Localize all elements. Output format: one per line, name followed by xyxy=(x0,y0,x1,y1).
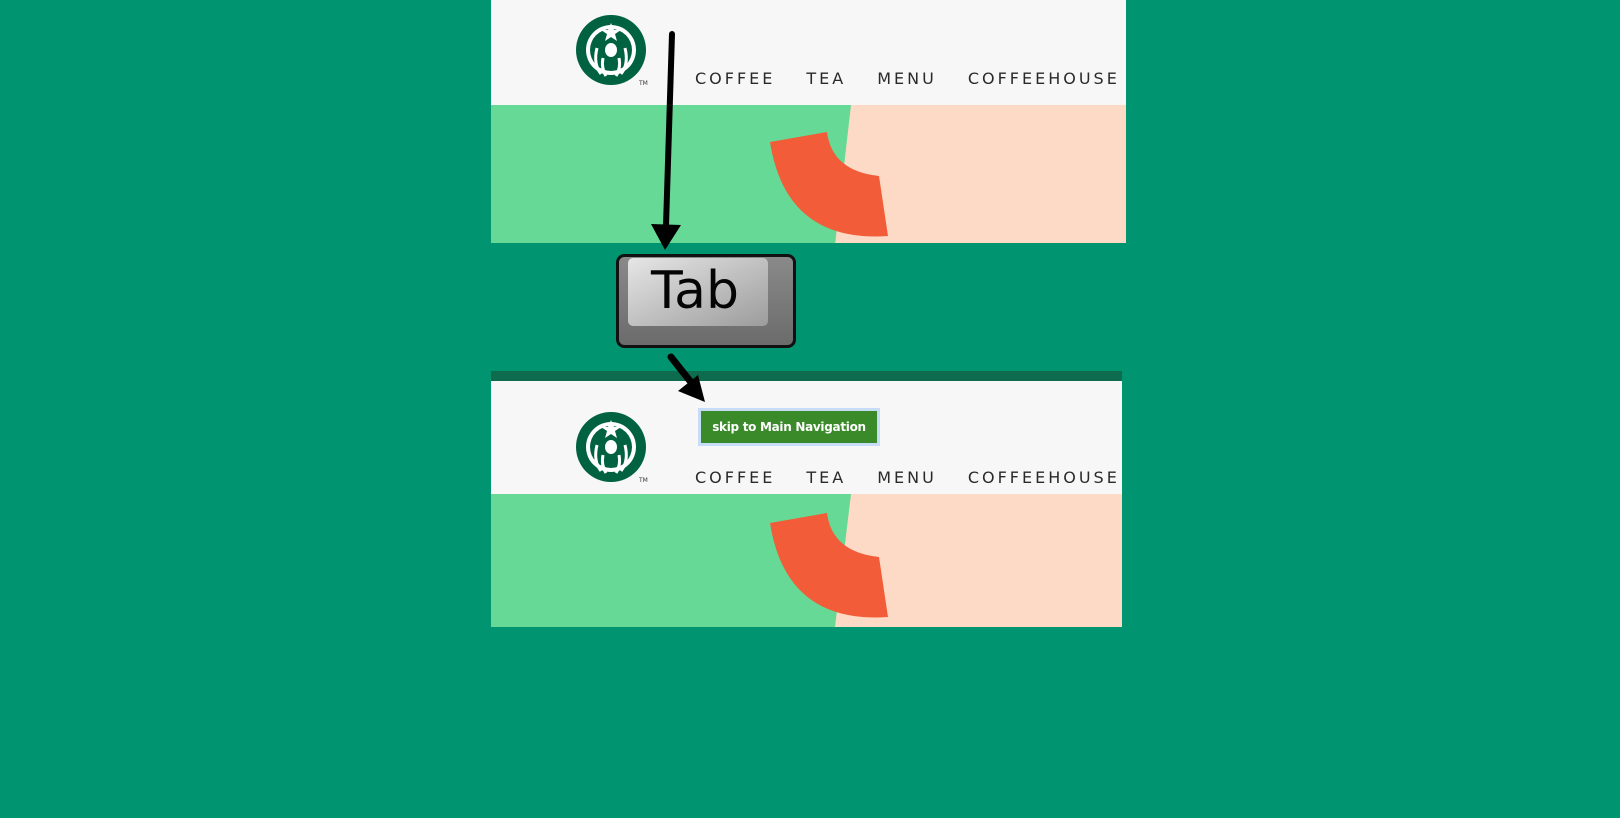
starbucks-logo-icon[interactable]: TM xyxy=(575,411,649,485)
site-header: TM COFFEE TEA MENU COFFEEHOUSE xyxy=(491,0,1126,105)
hero-artwork xyxy=(491,494,888,627)
skip-to-main-navigation-link[interactable]: skip to Main Navigation xyxy=(701,411,877,443)
nav-item-tea[interactable]: TEA xyxy=(806,468,846,487)
tab-key-label: Tab xyxy=(650,261,740,321)
main-nav: COFFEE TEA MENU COFFEEHOUSE xyxy=(695,468,1120,487)
nav-item-coffeehouse[interactable]: COFFEEHOUSE xyxy=(968,69,1120,88)
svg-text:TM: TM xyxy=(638,80,648,87)
nav-item-menu[interactable]: MENU xyxy=(877,69,937,88)
focus-strip xyxy=(491,371,1122,381)
screenshot-after: TM skip to Main Navigation COFFEE TEA ME… xyxy=(491,371,1122,627)
hero-banner xyxy=(491,494,1122,627)
screenshot-before: TM COFFEE TEA MENU COFFEEHOUSE xyxy=(491,0,1126,243)
nav-item-tea[interactable]: TEA xyxy=(806,69,846,88)
nav-item-coffeehouse[interactable]: COFFEEHOUSE xyxy=(968,468,1120,487)
svg-text:TM: TM xyxy=(638,477,648,484)
site-header: TM skip to Main Navigation COFFEE TEA ME… xyxy=(491,381,1122,494)
hero-artwork xyxy=(491,105,888,243)
nav-item-menu[interactable]: MENU xyxy=(877,468,937,487)
hero-banner xyxy=(491,105,1126,243)
starbucks-logo-icon[interactable]: TM xyxy=(575,14,649,88)
nav-item-coffee[interactable]: COFFEE xyxy=(695,69,775,88)
main-nav: COFFEE TEA MENU COFFEEHOUSE xyxy=(695,69,1120,88)
nav-item-coffee[interactable]: COFFEE xyxy=(695,468,775,487)
tab-key: Tab xyxy=(616,254,796,348)
